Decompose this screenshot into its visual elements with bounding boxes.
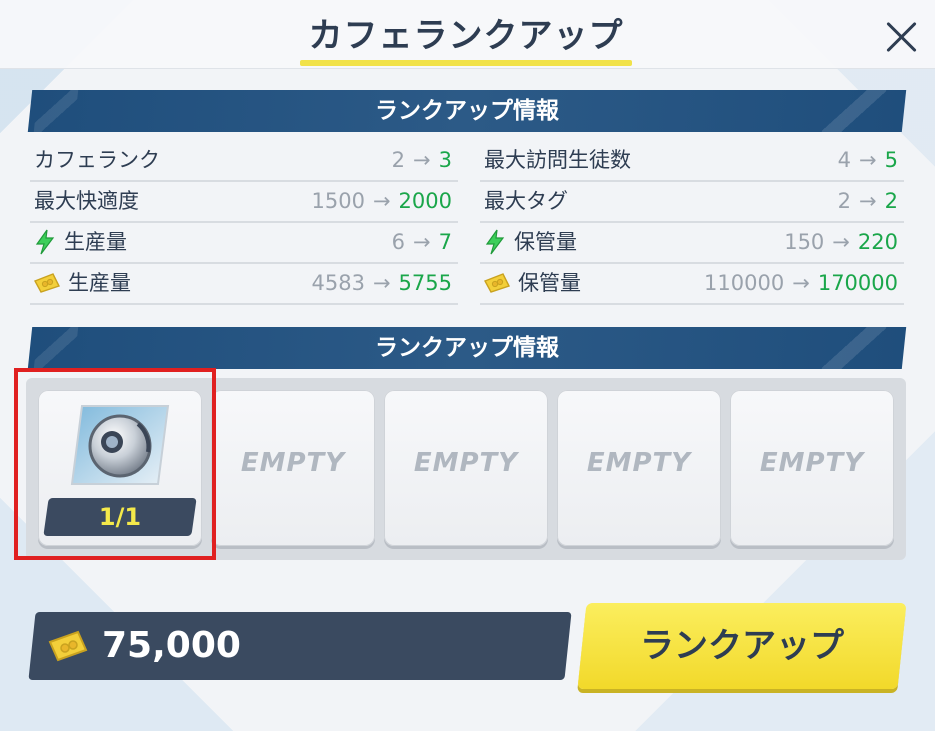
stat-label: 最大タグ: [484, 181, 568, 221]
stat-label-text: 保管量: [514, 230, 577, 254]
stat-label: 保管量: [484, 222, 577, 262]
stat-label-text: 保管量: [518, 271, 581, 295]
stat-row: 保管量 110000 → 170000: [480, 263, 904, 305]
empty-label: EMPTY: [240, 448, 346, 478]
new-value: 170000: [817, 271, 898, 295]
old-value: 4: [837, 148, 852, 172]
credit-coin-icon: [48, 630, 88, 662]
stat-value: 4583 → 5755: [311, 263, 452, 303]
stat-value: 2 → 2: [838, 181, 898, 221]
stat-label: 最大快適度: [34, 181, 139, 221]
credit-coin-icon: [484, 273, 510, 293]
bolt-icon: [485, 229, 505, 255]
stat-label: 生産量: [34, 222, 127, 262]
empty-label: EMPTY: [586, 448, 692, 478]
stat-row: 保管量 150 → 220: [480, 222, 904, 264]
material-slot-5[interactable]: EMPTY: [730, 390, 894, 546]
arrow-right-icon: →: [413, 230, 431, 254]
stat-row: カフェランク 2 → 3: [30, 140, 458, 182]
stat-label-text: 生産量: [68, 271, 131, 295]
stat-label-text: 最大タグ: [484, 189, 568, 213]
material-slot-2[interactable]: EMPTY: [211, 390, 375, 546]
stat-label-text: 生産量: [64, 230, 127, 254]
stat-row: 生産量 6 → 7: [30, 222, 458, 264]
stat-value: 110000 → 170000: [704, 263, 898, 303]
empty-label: EMPTY: [413, 448, 519, 478]
new-value: 3: [438, 148, 452, 172]
stat-row: 生産量 4583 → 5755: [30, 263, 458, 305]
stat-label-text: カフェランク: [34, 148, 160, 172]
new-value: 5755: [398, 271, 452, 295]
new-value: 2000: [398, 189, 452, 213]
old-value: 150: [784, 230, 825, 254]
empty-label: EMPTY: [759, 448, 865, 478]
info-section-title: ランクアップ情報: [375, 98, 559, 124]
old-value: 2: [391, 148, 406, 172]
stat-row: 最大タグ 2 → 2: [480, 181, 904, 223]
stat-value: 6 → 7: [392, 222, 452, 262]
old-value: 6: [391, 230, 406, 254]
header: カフェランクアップ: [0, 0, 935, 69]
arrow-right-icon: →: [372, 189, 391, 213]
stat-label: カフェランク: [34, 140, 160, 180]
arrow-right-icon: →: [859, 148, 877, 172]
material-slot-3[interactable]: EMPTY: [384, 390, 548, 546]
stat-label-text: 最大快適度: [34, 189, 139, 213]
old-value: 1500: [311, 189, 365, 213]
stat-label: 保管量: [484, 263, 581, 303]
close-icon[interactable]: [878, 14, 924, 60]
rankup-button-label[interactable]: ランクアップ: [582, 603, 902, 689]
arrow-right-icon: →: [413, 148, 431, 172]
stat-row: 最大快適度 1500 → 2000: [30, 181, 458, 223]
old-value: 110000: [704, 271, 785, 295]
stat-value: 150 → 220: [784, 222, 898, 262]
bolt-icon: [35, 229, 55, 255]
arrow-right-icon: →: [832, 230, 850, 254]
stat-label: 生産量: [34, 263, 131, 303]
credit-coin-icon: [34, 273, 60, 293]
arrow-right-icon: →: [859, 189, 877, 213]
stat-value: 1500 → 2000: [311, 181, 452, 221]
stat-value: 4 → 5: [838, 140, 898, 180]
old-value: 4583: [311, 271, 365, 295]
cost-amount: 75,000: [102, 625, 241, 666]
page-title: カフェランクアップ: [308, 16, 624, 56]
stat-row: 最大訪問生徒数 4 → 5: [480, 140, 904, 182]
stat-label-text: 最大訪問生徒数: [484, 148, 631, 172]
old-value: 2: [837, 189, 852, 213]
new-value: 220: [857, 230, 898, 254]
stat-label: 最大訪問生徒数: [484, 140, 631, 180]
materials-section-title: ランクアップ情報: [375, 335, 559, 361]
arrow-right-icon: →: [372, 271, 391, 295]
stat-value: 2 → 3: [392, 140, 452, 180]
new-value: 7: [438, 230, 452, 254]
new-value: 2: [884, 189, 898, 213]
selection-highlight: [14, 368, 216, 560]
arrow-right-icon: →: [792, 271, 810, 295]
material-slot-4[interactable]: EMPTY: [557, 390, 721, 546]
new-value: 5: [884, 148, 898, 172]
title-underline: [300, 60, 632, 66]
